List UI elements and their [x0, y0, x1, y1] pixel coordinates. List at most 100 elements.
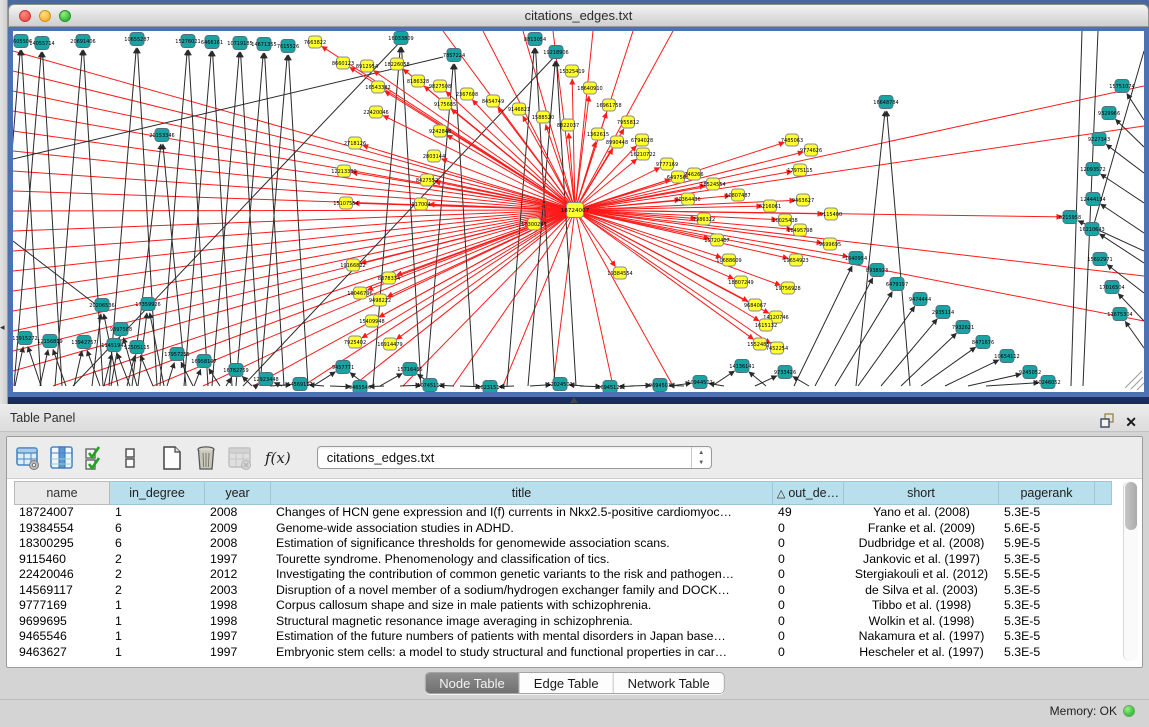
network-node[interactable]: 14055714 [29, 37, 54, 50]
network-view-window[interactable]: citations_edges.txt 26055061405571420691… [8, 4, 1149, 398]
network-node[interactable]: 15107554 [333, 197, 358, 209]
network-node[interactable]: 19654923 [783, 254, 808, 266]
network-node[interactable]: 15276021 [175, 35, 200, 48]
network-node[interactable]: 14136141 [729, 360, 754, 373]
network-node[interactable]: 10807487 [725, 189, 750, 201]
network-node[interactable]: 15692971 [1087, 253, 1112, 266]
control-panel-splitter[interactable]: ◂ [0, 0, 8, 404]
network-node[interactable]: 2367608 [456, 88, 478, 100]
table-row[interactable]: 911546021997Tourette syndrome. Phenomeno… [14, 552, 1112, 568]
network-node[interactable]: 9463627 [792, 194, 814, 206]
network-node[interactable]: 19756928 [775, 282, 800, 294]
network-node[interactable]: 10688609 [716, 254, 741, 266]
network-node[interactable]: 8813054 [524, 33, 546, 46]
zoom-window-button[interactable] [59, 10, 71, 22]
network-node[interactable]: 12024503 [547, 378, 572, 391]
network-node[interactable]: 16210722 [630, 148, 655, 160]
network-node[interactable]: 10944502 [687, 376, 712, 389]
table-row[interactable]: 946362711997Embryonic stem cells: a mode… [14, 645, 1112, 661]
minimize-window-button[interactable] [39, 10, 51, 22]
network-node[interactable]: 18640910 [577, 82, 602, 94]
network-node[interactable]: 8454749 [482, 95, 504, 107]
network-node[interactable]: 20153346 [149, 129, 174, 142]
network-node[interactable]: 10655287 [124, 33, 149, 46]
collapse-left-arrow-icon[interactable]: ◂ [0, 322, 5, 333]
network-node[interactable]: 2935114 [932, 306, 954, 319]
network-node[interactable]: 7955812 [617, 116, 639, 128]
network-node[interactable]: 19384554 [607, 267, 632, 279]
network-node[interactable]: 16914479 [377, 338, 402, 350]
network-node[interactable]: 17975115 [787, 164, 812, 176]
network-node[interactable]: 14671355 [251, 38, 276, 51]
column-header-year[interactable]: year [205, 481, 271, 505]
network-canvas[interactable]: 2605506140557142069140610655287152760216… [13, 31, 1144, 392]
column-header-in_degree[interactable]: in_degree [110, 481, 205, 505]
network-node[interactable]: 9175685 [434, 98, 456, 110]
delete-icon[interactable] [193, 445, 219, 471]
scrollbar-thumb[interactable] [1125, 482, 1137, 530]
network-node[interactable]: 1640954 [845, 252, 867, 265]
network-node[interactable]: 6794028 [631, 134, 653, 146]
network-node[interactable]: 9474444 [909, 293, 931, 306]
table-scrollbar[interactable] [1123, 481, 1138, 661]
table-row[interactable]: 1938455462009Genome-wide association stu… [14, 521, 1112, 537]
column-select-icon[interactable] [49, 445, 75, 471]
network-node[interactable]: 9827508 [429, 80, 451, 92]
window-titlebar[interactable]: citations_edges.txt [8, 4, 1149, 27]
network-node[interactable]: 7986322 [693, 213, 715, 225]
network-node[interactable]: 7615526 [277, 40, 299, 53]
network-node[interactable]: 9699695 [819, 238, 841, 250]
network-node[interactable]: 14569117 [287, 378, 312, 391]
network-node[interactable]: 9329966 [1098, 107, 1120, 120]
network-node[interactable]: 9227343 [1088, 133, 1110, 146]
network-node[interactable]: 12505115 [124, 341, 149, 354]
network-node[interactable]: 6479197 [886, 278, 908, 291]
network-node[interactable]: 20691406 [70, 35, 95, 48]
network-node[interactable]: 7663822 [304, 36, 326, 48]
new-document-icon[interactable] [159, 445, 185, 471]
panel-splitter-handle[interactable] [570, 397, 578, 403]
column-header-out_de[interactable]: △out_de… [773, 481, 844, 505]
network-node[interactable]: 10025438 [772, 214, 797, 226]
network-node[interactable]: 15409948 [359, 315, 384, 327]
network-node[interactable]: 16945122 [597, 381, 622, 393]
network-node[interactable]: 9694503 [649, 379, 671, 392]
network-node[interactable]: 9465546 [349, 381, 371, 393]
network-node[interactable]: 16958107 [191, 355, 216, 368]
network-node[interactable]: 7857224 [443, 49, 465, 62]
network-node[interactable]: 18495798 [787, 224, 812, 236]
network-node[interactable]: 16961758 [596, 99, 621, 111]
network-node[interactable]: 6466161 [201, 36, 223, 49]
network-node[interactable]: 10719185 [227, 37, 252, 50]
resize-grip-icon[interactable] [1137, 383, 1144, 390]
network-node[interactable]: 7485063 [781, 134, 803, 146]
table-row[interactable]: 977716911998Corpus callosum shape and si… [14, 598, 1112, 614]
table-row[interactable]: 946554611997Estimation of the future num… [14, 629, 1112, 645]
network-node[interactable]: 15751074 [1109, 80, 1134, 93]
network-node[interactable]: 746266 [684, 168, 703, 180]
network-node[interactable]: 8990448 [606, 136, 628, 148]
network-node[interactable]: 18226058 [384, 58, 409, 70]
network-node[interactable]: 1362615 [587, 128, 609, 140]
clear-selection-icon[interactable] [117, 445, 143, 471]
network-node[interactable]: 2718126 [344, 137, 366, 149]
network-node[interactable]: 8215958 [1059, 211, 1081, 224]
network-node[interactable]: 19218906 [543, 46, 568, 59]
network-node[interactable]: 7932621 [952, 321, 974, 334]
table-row[interactable]: 1830029562008Estimation of significance … [14, 536, 1112, 552]
network-node[interactable]: 9146821 [508, 103, 530, 115]
table-selector-dropdown[interactable]: citations_edges.txt ▲▼ [317, 446, 712, 469]
column-header-name[interactable]: name [14, 481, 110, 505]
column-header-short[interactable]: short [844, 481, 999, 505]
network-node[interactable]: 13915272 [13, 332, 38, 345]
table-row[interactable]: 2242004622012Investigating the contribut… [14, 567, 1112, 583]
table-row[interactable]: 1872400712008Changes of HCN gene express… [14, 505, 1112, 521]
table-settings-icon[interactable] [15, 445, 41, 471]
column-header-pagerank[interactable]: pagerank [999, 481, 1095, 505]
network-node[interactable]: 10246052 [1035, 376, 1060, 389]
network-node[interactable]: 9774626 [800, 144, 822, 156]
resize-grip-icon[interactable] [1131, 377, 1143, 389]
table-row[interactable]: 1456911722003Disruption of a novel membe… [14, 583, 1112, 599]
tab-edge-table[interactable]: Edge Table [520, 673, 614, 694]
network-node[interactable]: 18231514 [477, 381, 502, 393]
